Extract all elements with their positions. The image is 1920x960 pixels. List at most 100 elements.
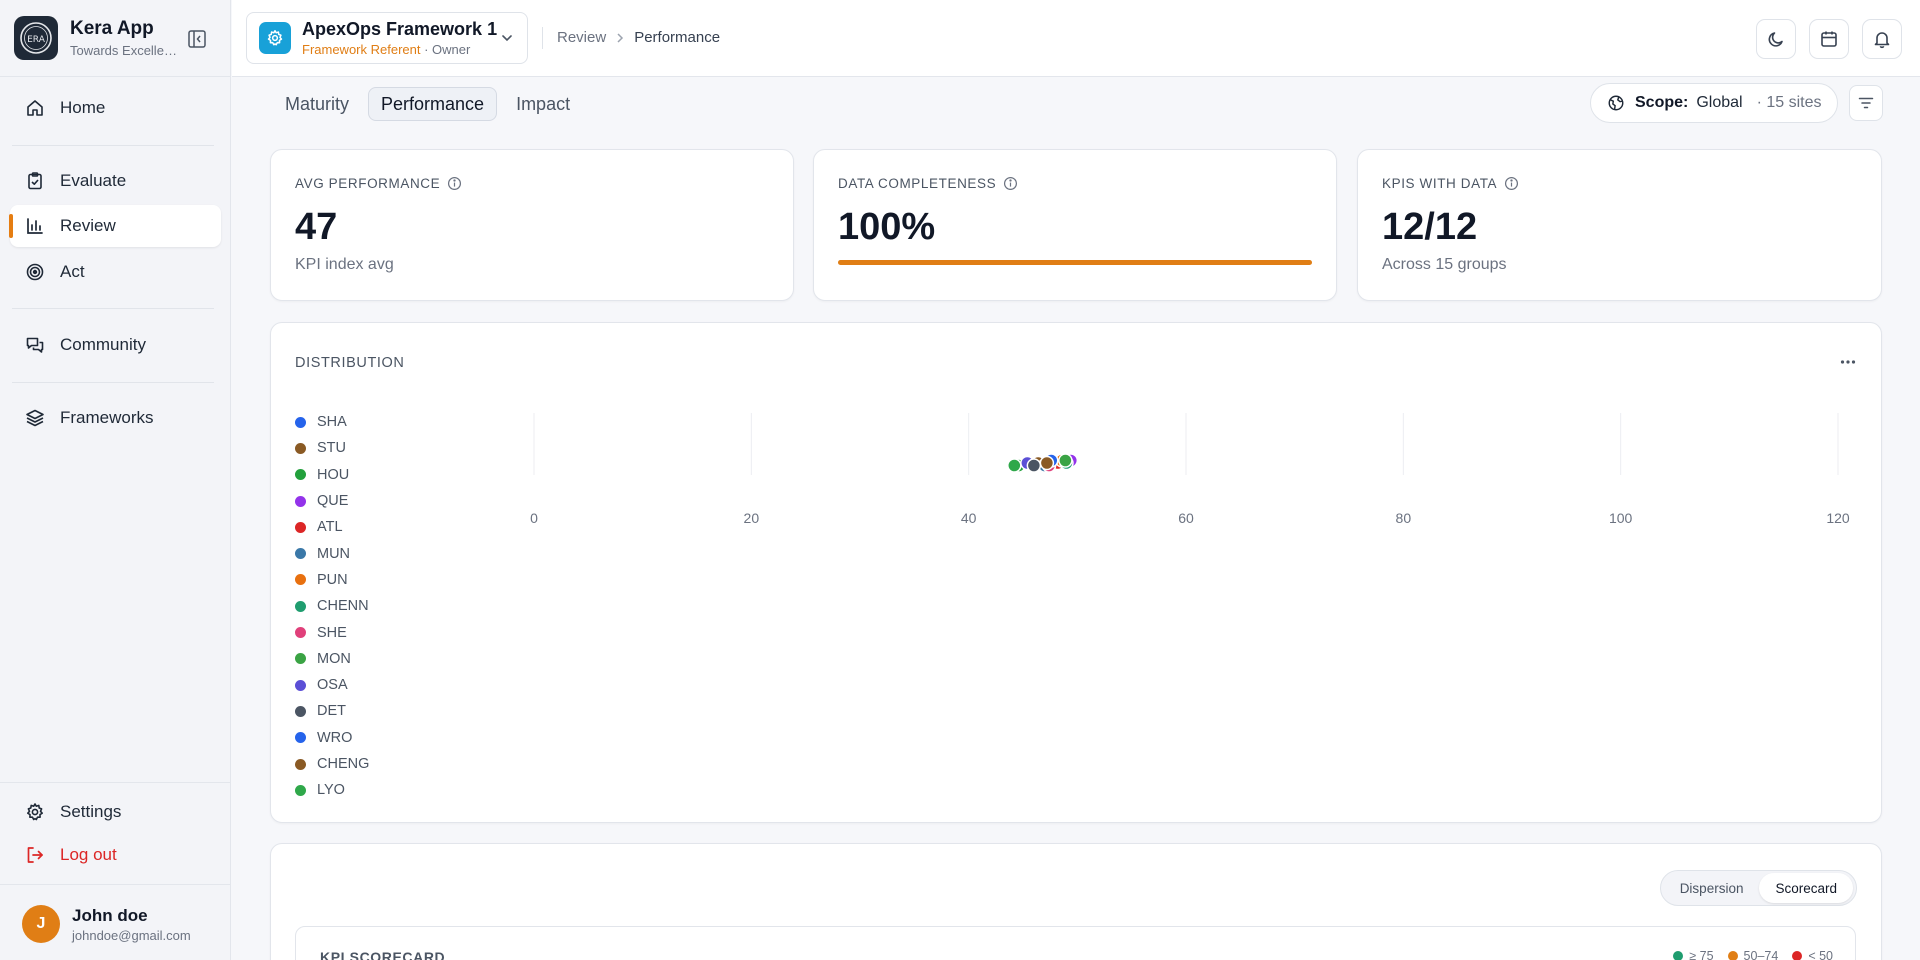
- x-tick-label: 80: [1396, 510, 1412, 526]
- framework-name: ApexOps Framework 1: [302, 19, 498, 39]
- calendar-button[interactable]: [1809, 19, 1849, 59]
- logout-label: Log out: [60, 845, 117, 864]
- app-tagline: Towards Excellence: [70, 43, 182, 58]
- threshold-high: ≥ 75: [1673, 949, 1714, 960]
- data-point[interactable]: [1058, 453, 1073, 468]
- user-profile[interactable]: J John doe johndoe@gmail.com: [22, 905, 191, 943]
- sidebar: ERA Kera App Towards Excellence Home Eva…: [0, 0, 231, 960]
- kpi-card-data-completeness: DATA COMPLETENESS 100%: [813, 149, 1337, 301]
- threshold-legend: ≥ 75 50–74 < 50: [1659, 949, 1833, 960]
- info-icon[interactable]: [447, 176, 462, 191]
- brand[interactable]: ERA Kera App Towards Excellence: [14, 16, 182, 60]
- data-point[interactable]: [1007, 458, 1022, 473]
- sidebar-item-label: Review: [60, 216, 116, 235]
- tab-performance[interactable]: Performance: [368, 87, 498, 121]
- x-tick-label: 120: [1826, 510, 1850, 526]
- clipboard-check-icon: [24, 170, 46, 192]
- sidebar-collapse-icon: [188, 30, 206, 48]
- theme-toggle-button[interactable]: [1756, 19, 1796, 59]
- sidebar-item-evaluate[interactable]: Evaluate: [10, 160, 221, 202]
- x-tick-label: 60: [1178, 510, 1194, 526]
- settings-button[interactable]: Settings: [10, 791, 221, 833]
- calendar-icon: [1821, 31, 1837, 47]
- x-tick-label: 20: [744, 510, 760, 526]
- bar-chart-icon: [24, 215, 46, 237]
- bell-icon: [1874, 32, 1890, 49]
- framework-role: Framework Referent: [302, 42, 421, 57]
- kpi-scorecard-panel: KPI SCORECARD ≥ 75 50–74 < 50: [295, 926, 1856, 960]
- x-tick-label: 40: [961, 510, 977, 526]
- view-toggle: Dispersion Scorecard: [1659, 870, 1857, 906]
- scorecard-toggle[interactable]: Scorecard: [1759, 873, 1853, 903]
- sidebar-item-label: Frameworks: [60, 408, 154, 427]
- data-point[interactable]: [1026, 458, 1042, 473]
- globe-icon: [1608, 95, 1624, 111]
- scope-selector[interactable]: Scope: Global · 15 sites: [1590, 83, 1838, 123]
- app-name: Kera App: [70, 18, 154, 39]
- user-email: johndoe@gmail.com: [72, 927, 191, 943]
- kpi-card-kpis-with-data: KPIS WITH DATA 12/12 Across 15 groups: [1357, 149, 1882, 301]
- kpi-scorecard-title: KPI SCORECARD: [320, 949, 446, 960]
- top-bar: ApexOps Framework 1 Framework Referent ·…: [232, 0, 1920, 77]
- sidebar-item-act[interactable]: Act: [10, 251, 221, 293]
- user-name: John doe: [72, 905, 148, 925]
- collapse-sidebar-button[interactable]: [186, 28, 208, 50]
- sidebar-footer-divider: [0, 782, 231, 783]
- breadcrumb-review[interactable]: Review: [557, 29, 606, 46]
- completeness-progress-bar: [838, 260, 1312, 265]
- scope-value: Global: [1696, 94, 1743, 111]
- sidebar-item-label: Community: [60, 335, 146, 354]
- kpi-value: 12/12: [1382, 206, 1478, 248]
- filter-button[interactable]: [1849, 85, 1883, 121]
- svg-text:ERA: ERA: [27, 35, 46, 45]
- layers-icon: [24, 407, 46, 429]
- kpi-title: DATA COMPLETENESS: [838, 176, 997, 191]
- tab-impact[interactable]: Impact: [503, 87, 583, 121]
- distribution-chart: 0 20 40 60 80 100 120: [530, 413, 1850, 526]
- breadcrumb-performance: Performance: [634, 29, 721, 46]
- scorecard-card: Dispersion Scorecard KPI SCORECARD ≥ 75 …: [270, 843, 1882, 960]
- kpi-title: AVG PERFORMANCE: [295, 176, 441, 191]
- threshold-low: < 50: [1792, 949, 1833, 960]
- filter-icon: [1858, 97, 1874, 109]
- dispersion-toggle[interactable]: Dispersion: [1664, 873, 1760, 903]
- distribution-card: DISTRIBUTION SHA STU HOU QUE ATL MUN PUN CHENN S…: [270, 322, 1882, 823]
- sidebar-item-community[interactable]: Community: [10, 324, 221, 366]
- framework-owner: · Owner: [424, 42, 471, 57]
- sidebar-item-review[interactable]: Review: [9, 205, 221, 247]
- sidebar-divider: [12, 382, 214, 383]
- app-logo: ERA: [14, 16, 58, 60]
- sidebar-header-divider: [0, 76, 231, 77]
- tab-maturity[interactable]: Maturity: [272, 87, 362, 121]
- x-tick-label: 0: [530, 510, 538, 526]
- info-icon[interactable]: [1504, 176, 1519, 191]
- scope-label: Scope:: [1635, 94, 1689, 111]
- sidebar-user-divider: [0, 884, 231, 885]
- threshold-mid: 50–74: [1727, 949, 1778, 960]
- logout-icon: [24, 844, 46, 866]
- kpi-card-avg-performance: AVG PERFORMANCE 47 KPI index avg: [270, 149, 794, 301]
- avatar: J: [22, 905, 60, 943]
- sidebar-item-label: Home: [60, 98, 106, 117]
- moon-icon: [1768, 32, 1783, 47]
- sidebar-divider: [12, 308, 214, 309]
- chevron-right-icon: [614, 32, 626, 44]
- settings-label: Settings: [60, 802, 122, 821]
- info-icon[interactable]: [1003, 176, 1018, 191]
- sidebar-divider: [12, 145, 214, 146]
- logout-button[interactable]: Log out: [10, 834, 221, 876]
- breadcrumb: Review Performance: [557, 29, 720, 46]
- gear-icon: [24, 801, 46, 823]
- x-tick-label: 100: [1609, 510, 1633, 526]
- sidebar-item-frameworks[interactable]: Frameworks: [10, 397, 221, 439]
- kpi-title: KPIS WITH DATA: [1382, 176, 1498, 191]
- notifications-button[interactable]: [1862, 19, 1902, 59]
- sidebar-item-label: Act: [60, 262, 85, 281]
- kpi-subtitle: KPI index avg: [295, 256, 394, 273]
- framework-selector[interactable]: ApexOps Framework 1 Framework Referent ·…: [246, 12, 528, 64]
- data-point[interactable]: [1039, 455, 1055, 471]
- kpi-subtitle: Across 15 groups: [1382, 256, 1507, 273]
- scope-sites: · 15 sites: [1756, 94, 1822, 111]
- target-icon: [24, 261, 46, 283]
- sidebar-item-home[interactable]: Home: [10, 87, 221, 129]
